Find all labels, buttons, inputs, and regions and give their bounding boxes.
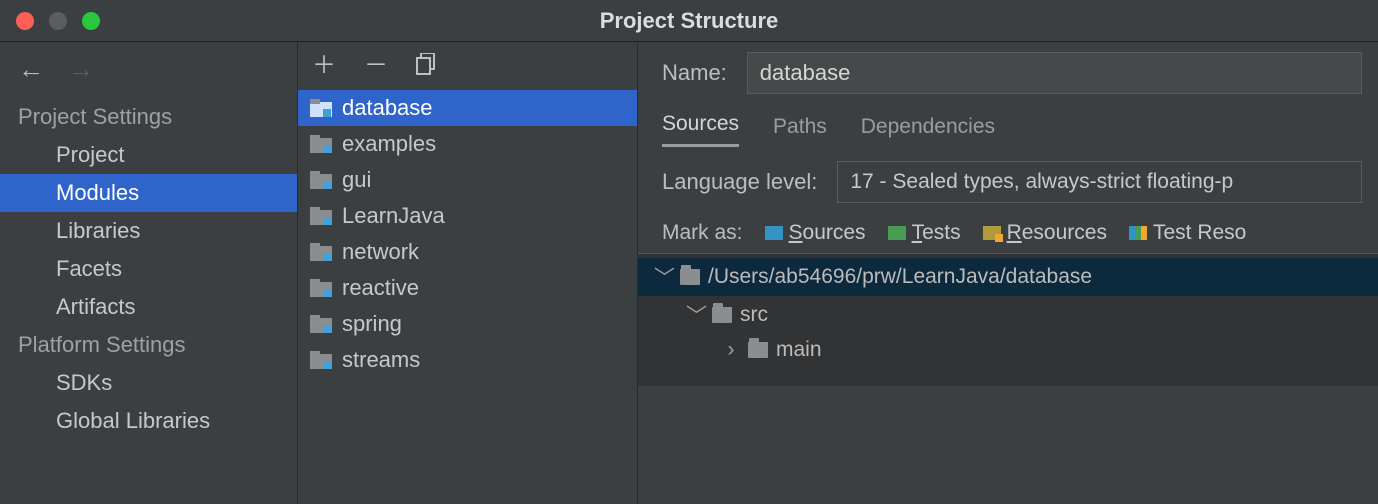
tree-row-label: src [740, 303, 768, 327]
module-item-gui[interactable]: gui [298, 162, 637, 198]
module-item-label: spring [342, 311, 402, 337]
mark-as-sources[interactable]: Sources [765, 221, 866, 245]
copy-module-button[interactable] [416, 53, 436, 80]
module-folder-icon [310, 207, 332, 225]
chevron-down-icon: ﹀ [686, 300, 704, 330]
sources-color-icon [765, 226, 783, 240]
language-level-select[interactable]: 17 - Sealed types, always-strict floatin… [837, 161, 1362, 203]
mark-as-bar: Mark as: Sources Tests Resources Test Re… [662, 221, 1362, 245]
nav-back-icon[interactable]: ← [18, 56, 44, 82]
module-list: database examples gui LearnJava network [298, 90, 637, 504]
language-level-value: 17 - Sealed types, always-strict floatin… [850, 170, 1233, 194]
test-resources-color-icon [1129, 226, 1147, 240]
tests-color-icon [888, 226, 906, 240]
nav-arrows: ← → [0, 50, 297, 98]
sidebar-item-modules[interactable]: Modules [0, 174, 297, 212]
module-folder-icon [310, 243, 332, 261]
module-item-label: examples [342, 131, 436, 157]
chevron-down-icon: ﹀ [654, 262, 672, 292]
content-root-tree: ﹀ /Users/ab54696/prw/LearnJava/database … [638, 253, 1378, 386]
folder-icon [680, 269, 700, 285]
sidebar-item-facets[interactable]: Facets [0, 250, 297, 288]
tab-paths[interactable]: Paths [773, 115, 827, 147]
folder-icon [748, 342, 768, 358]
module-folder-icon [310, 135, 332, 153]
tab-dependencies[interactable]: Dependencies [861, 115, 995, 147]
chevron-right-icon: › [722, 338, 740, 362]
language-level-label: Language level: [662, 169, 817, 195]
folder-icon [712, 307, 732, 323]
mark-as-resources[interactable]: Resources [983, 221, 1107, 245]
close-window-button[interactable] [16, 12, 34, 30]
sidebar-heading-platform-settings: Platform Settings [0, 326, 297, 364]
module-list-panel: ＋ － database examples [298, 42, 638, 504]
mark-as-tests[interactable]: Tests [888, 221, 961, 245]
sidebar-item-libraries[interactable]: Libraries [0, 212, 297, 250]
module-item-streams[interactable]: streams [298, 342, 637, 378]
sidebar-heading-project-settings: Project Settings [0, 98, 297, 136]
module-item-examples[interactable]: examples [298, 126, 637, 162]
tree-row-label: main [776, 338, 822, 362]
module-item-learnjava[interactable]: LearnJava [298, 198, 637, 234]
module-folder-icon [310, 171, 332, 189]
tree-row-main[interactable]: › main [638, 334, 1378, 366]
tab-sources[interactable]: Sources [662, 112, 739, 147]
add-module-button[interactable]: ＋ [312, 54, 336, 78]
module-item-label: database [342, 95, 433, 121]
mark-as-label: Mark as: [662, 221, 743, 245]
module-item-database[interactable]: database [298, 90, 637, 126]
module-folder-icon [310, 351, 332, 369]
resources-color-icon [983, 226, 1001, 240]
module-folder-icon [310, 279, 332, 297]
window-controls [16, 12, 100, 30]
module-item-label: network [342, 239, 419, 265]
module-item-network[interactable]: network [298, 234, 637, 270]
copy-icon [416, 53, 436, 75]
settings-sidebar: ← → Project Settings Project Modules Lib… [0, 42, 298, 504]
titlebar: Project Structure [0, 0, 1378, 42]
sidebar-item-sdks[interactable]: SDKs [0, 364, 297, 402]
module-item-label: gui [342, 167, 371, 193]
name-label: Name: [662, 60, 727, 86]
module-list-toolbar: ＋ － [298, 42, 637, 90]
module-item-spring[interactable]: spring [298, 306, 637, 342]
module-item-label: reactive [342, 275, 419, 301]
module-folder-icon [310, 99, 332, 117]
minimize-window-button[interactable] [49, 12, 67, 30]
mark-as-test-resources[interactable]: Test Reso [1129, 221, 1246, 245]
module-item-label: streams [342, 347, 420, 373]
module-folder-icon [310, 315, 332, 333]
module-item-reactive[interactable]: reactive [298, 270, 637, 306]
remove-module-button[interactable]: － [364, 54, 388, 78]
window-title: Project Structure [0, 8, 1378, 34]
sidebar-item-project[interactable]: Project [0, 136, 297, 174]
sidebar-item-global-libraries[interactable]: Global Libraries [0, 402, 297, 440]
nav-forward-icon: → [68, 56, 94, 82]
module-tabs: Sources Paths Dependencies [662, 112, 1362, 147]
sidebar-item-artifacts[interactable]: Artifacts [0, 288, 297, 326]
tree-row-root[interactable]: ﹀ /Users/ab54696/prw/LearnJava/database [638, 258, 1378, 296]
tree-row-label: /Users/ab54696/prw/LearnJava/database [708, 265, 1092, 289]
zoom-window-button[interactable] [82, 12, 100, 30]
window-body: ← → Project Settings Project Modules Lib… [0, 42, 1378, 504]
module-item-label: LearnJava [342, 203, 445, 229]
project-structure-window: Project Structure ← → Project Settings P… [0, 0, 1378, 504]
module-name-input[interactable] [747, 52, 1362, 94]
tree-row-src[interactable]: ﹀ src [638, 296, 1378, 334]
module-detail-panel: Name: Sources Paths Dependencies Languag… [638, 42, 1378, 504]
